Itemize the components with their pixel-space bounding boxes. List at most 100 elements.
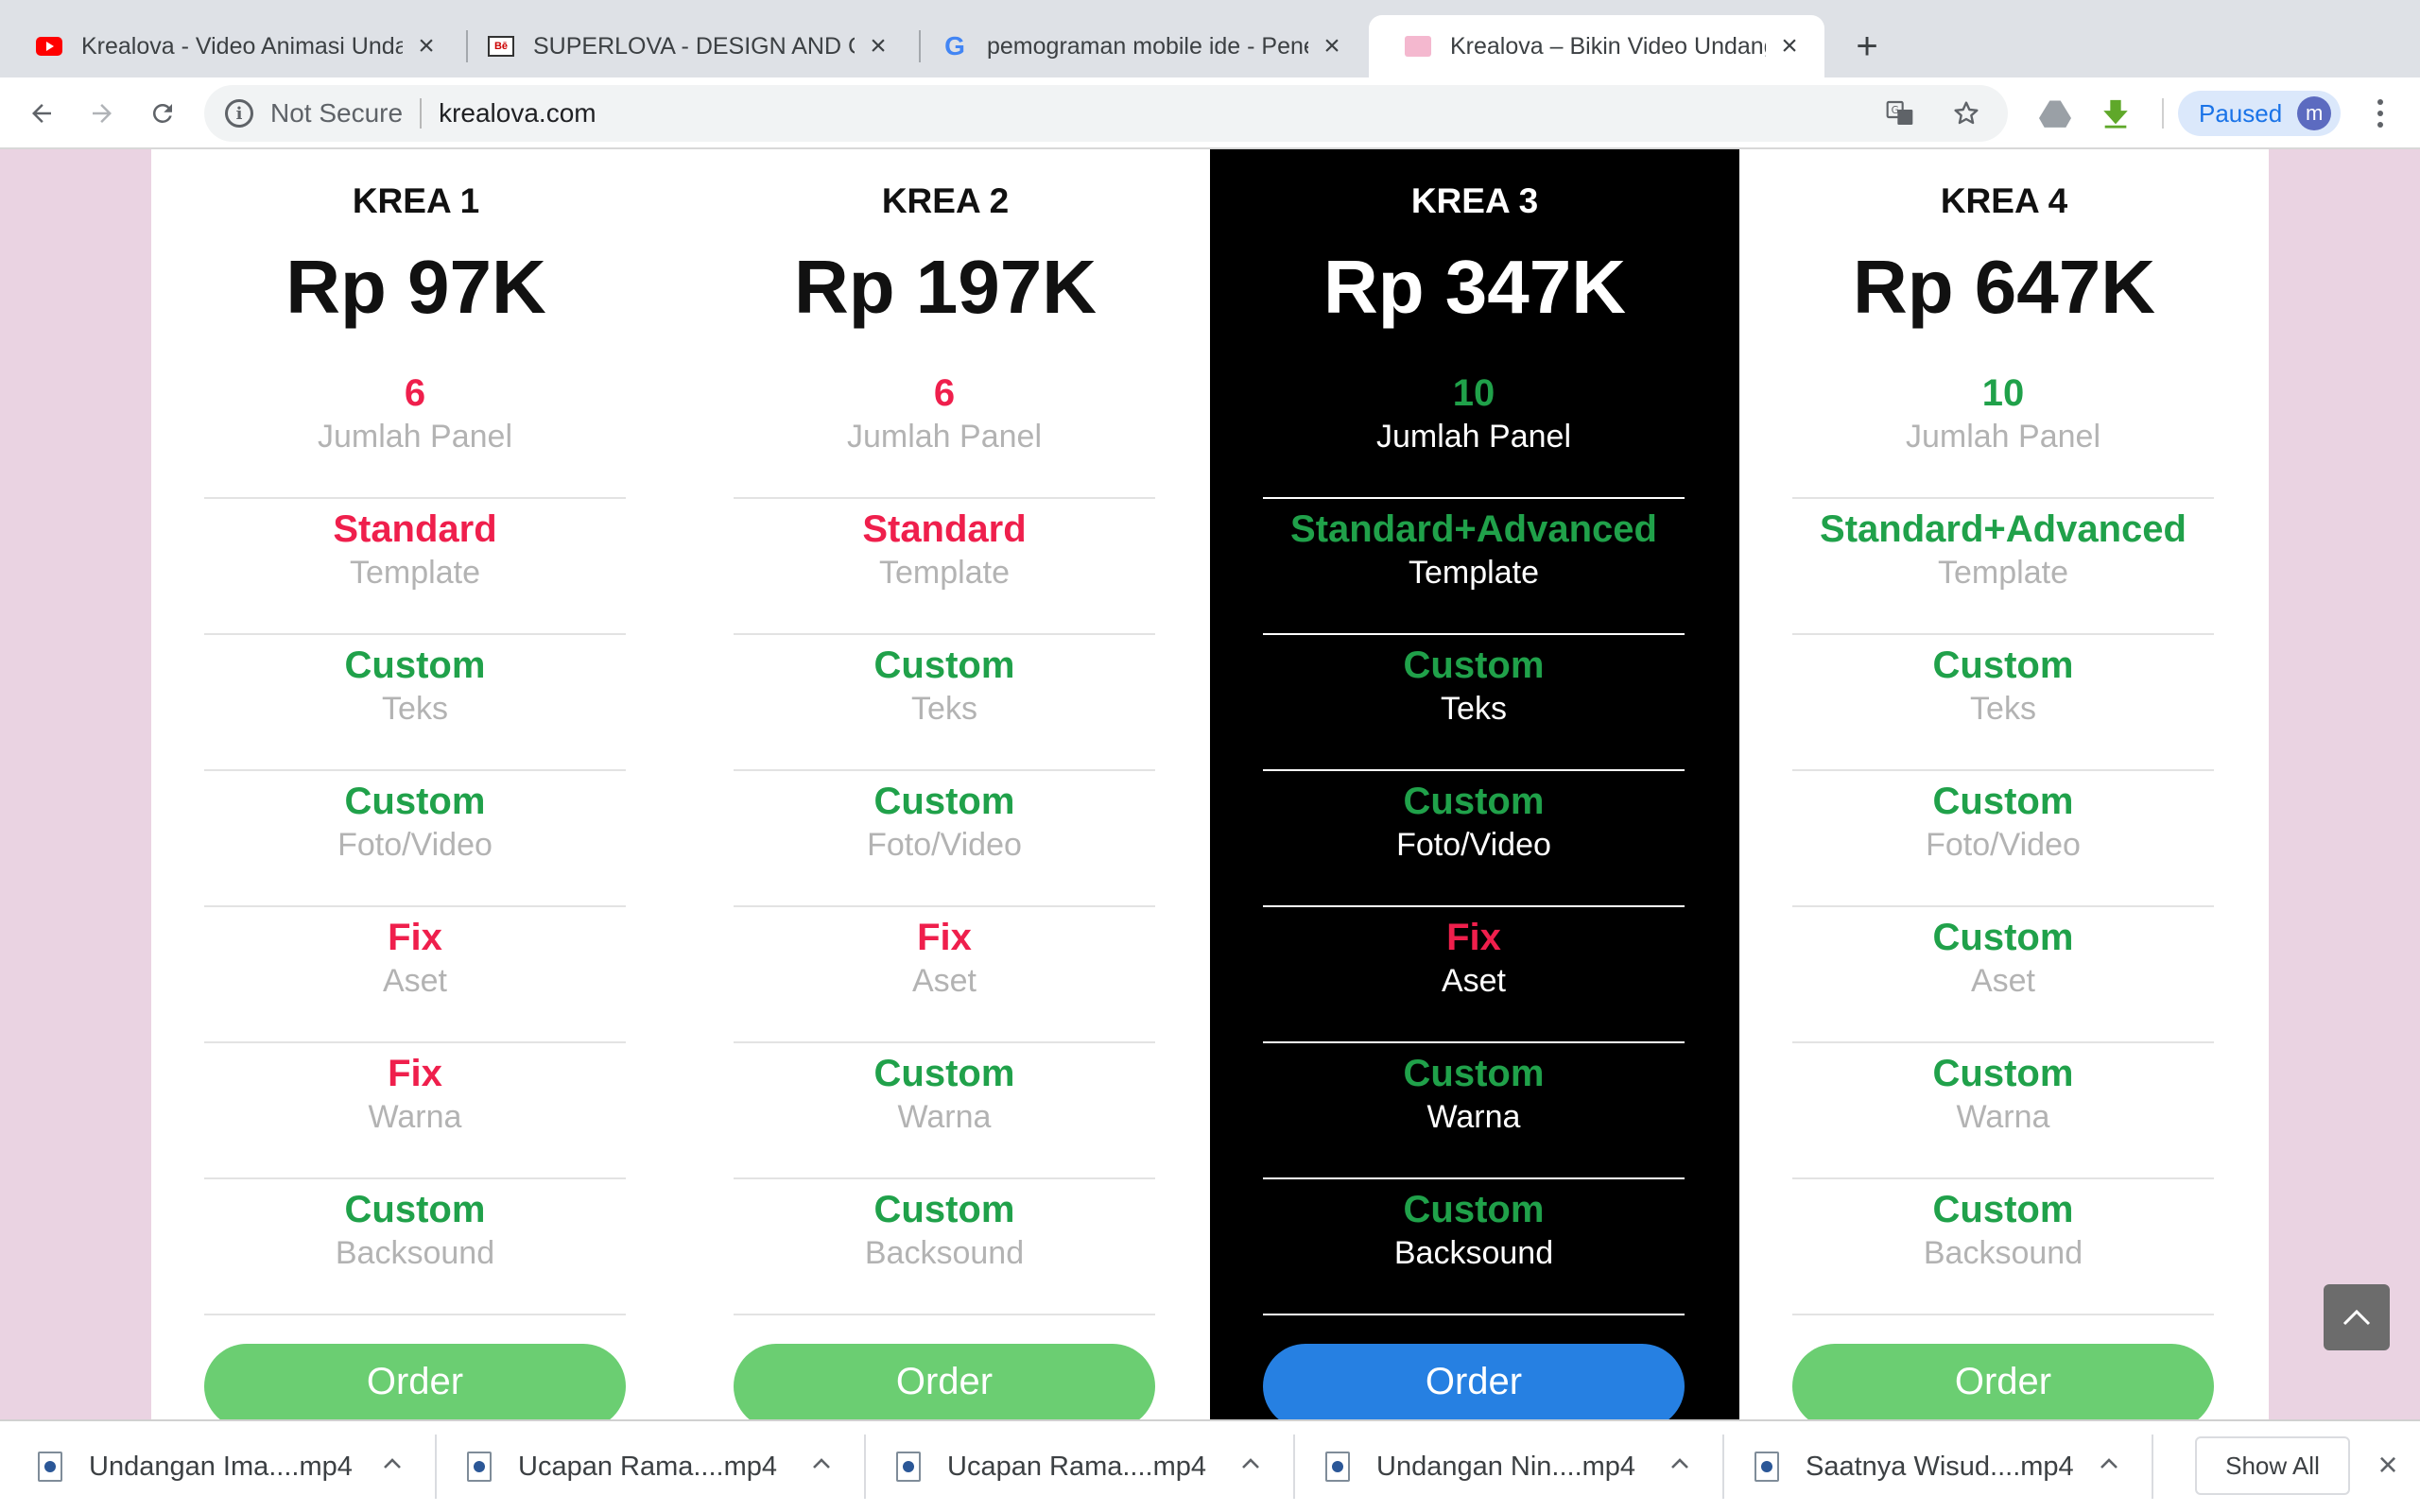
feature-row: Custom Backsound bbox=[1263, 1179, 1685, 1315]
feature-value: 6 bbox=[933, 372, 956, 414]
info-icon[interactable]: i bbox=[225, 99, 253, 128]
download-extension-icon[interactable] bbox=[2097, 94, 2135, 132]
chevron-up-icon[interactable] bbox=[378, 1450, 406, 1478]
feature-label: Teks bbox=[1441, 691, 1507, 727]
page-viewport: KREA 1 Rp 97K 6 Jumlah Panel Standard Templat… bbox=[0, 149, 2420, 1419]
tab-title: Krealova - Video Animasi Unda bbox=[81, 32, 403, 60]
feature-row: Custom Teks bbox=[1792, 635, 2214, 771]
bookmark-star-icon[interactable] bbox=[1947, 94, 1985, 132]
feature-value: Standard bbox=[862, 508, 1027, 550]
feature-row: Custom Teks bbox=[734, 635, 1155, 771]
feature-value: Custom bbox=[873, 1189, 1015, 1230]
feature-value: Custom bbox=[1932, 1053, 2074, 1094]
translate-icon[interactable]: G bbox=[1881, 94, 1919, 132]
feature-label: Jumlah Panel bbox=[1905, 419, 2100, 455]
scroll-to-top-button[interactable] bbox=[2324, 1284, 2390, 1350]
tab-krealova-active[interactable]: Krealova – Bikin Video Undang × bbox=[1369, 15, 1824, 77]
feature-value: Standard+Advanced bbox=[1820, 508, 2187, 550]
feature-list: 10 Jumlah Panel Standard+Advanced Template C… bbox=[1263, 363, 1685, 1315]
downloads-bar: Undangan Ima....mp4 Ucapan Rama....mp4 U… bbox=[0, 1419, 2420, 1512]
feature-value: Custom bbox=[873, 644, 1015, 686]
feature-row: Standard Template bbox=[204, 499, 626, 635]
plan-name: KREA 3 bbox=[1410, 181, 1539, 220]
download-filename: Undangan Nin....mp4 bbox=[1376, 1451, 1636, 1482]
show-all-downloads-button[interactable]: Show All bbox=[2195, 1436, 2350, 1495]
feature-row: Custom Teks bbox=[204, 635, 626, 771]
pricing-table: KREA 1 Rp 97K 6 Jumlah Panel Standard Templat… bbox=[151, 149, 2269, 1419]
feature-value: Custom bbox=[873, 1053, 1015, 1094]
feature-row: Custom Foto/Video bbox=[734, 771, 1155, 907]
feature-value: Custom bbox=[1403, 1053, 1545, 1094]
feature-label: Jumlah Panel bbox=[317, 419, 512, 455]
download-item[interactable]: Ucapan Rama....mp4 bbox=[858, 1421, 1206, 1512]
tab-title: Krealova – Bikin Video Undang bbox=[1450, 32, 1766, 60]
back-button[interactable] bbox=[19, 91, 64, 136]
feature-row: Custom Foto/Video bbox=[1792, 771, 2214, 907]
feature-value: Fix bbox=[388, 917, 442, 958]
avatar: m bbox=[2297, 96, 2332, 130]
feature-label: Template bbox=[879, 555, 1010, 591]
address-bar[interactable]: i Not Secure krealova.com G bbox=[204, 85, 2008, 142]
feature-label: Template bbox=[1938, 555, 2068, 591]
video-file-icon bbox=[896, 1452, 921, 1482]
feature-row: Custom Teks bbox=[1263, 635, 1685, 771]
feature-label: Teks bbox=[382, 691, 448, 727]
youtube-icon bbox=[36, 33, 62, 60]
feature-value: Fix bbox=[917, 917, 972, 958]
chevron-up-icon[interactable] bbox=[1666, 1450, 1694, 1478]
close-icon[interactable]: × bbox=[864, 32, 892, 60]
feature-value: 10 bbox=[1981, 372, 2025, 414]
close-icon[interactable]: × bbox=[1775, 32, 1804, 60]
feature-label: Aset bbox=[1441, 963, 1507, 999]
tab-title: pemograman mobile ide - Pene bbox=[987, 32, 1308, 60]
chevron-up-icon[interactable] bbox=[1236, 1450, 1265, 1478]
feature-value: Custom bbox=[1932, 644, 2074, 686]
video-file-icon bbox=[38, 1452, 62, 1482]
new-tab-button[interactable]: + bbox=[1848, 27, 1886, 66]
order-button[interactable]: Order bbox=[204, 1344, 626, 1419]
toolbar-divider bbox=[2162, 98, 2164, 129]
feature-row: Standard Template bbox=[734, 499, 1155, 635]
feature-row: Custom Warna bbox=[1263, 1043, 1685, 1179]
close-icon[interactable]: × bbox=[412, 32, 441, 60]
feature-value: Custom bbox=[1932, 1189, 2074, 1230]
order-button[interactable]: Order bbox=[1263, 1344, 1685, 1419]
reload-button[interactable] bbox=[140, 91, 185, 136]
reload-icon bbox=[152, 104, 172, 123]
order-button[interactable]: Order bbox=[734, 1344, 1155, 1419]
browser-menu-button[interactable] bbox=[2360, 91, 2401, 136]
chevron-up-icon[interactable] bbox=[2095, 1450, 2123, 1478]
tab-google-search[interactable]: G pemograman mobile ide - Pene × bbox=[906, 15, 1367, 77]
close-icon[interactable]: × bbox=[1318, 32, 1346, 60]
close-icon[interactable]: × bbox=[2371, 1448, 2405, 1482]
tab-superlova[interactable]: Bē SUPERLOVA - DESIGN AND CR × bbox=[452, 15, 913, 77]
url-text[interactable]: krealova.com bbox=[439, 98, 596, 129]
feature-label: Aset bbox=[382, 963, 448, 999]
drive-extension-icon[interactable] bbox=[2036, 94, 2074, 132]
feature-label: Teks bbox=[911, 691, 977, 727]
menu-dot bbox=[2377, 122, 2383, 128]
feature-row: Custom Warna bbox=[1792, 1043, 2214, 1179]
feature-label: Teks bbox=[1970, 691, 2036, 727]
feature-label: Template bbox=[350, 555, 480, 591]
download-item[interactable]: Undangan Ima....mp4 bbox=[0, 1421, 353, 1512]
feature-value: Standard+Advanced bbox=[1290, 508, 1657, 550]
feature-row: Custom Warna bbox=[734, 1043, 1155, 1179]
feature-row: Custom Backsound bbox=[734, 1179, 1155, 1315]
tab-krealova-youtube[interactable]: Krealova - Video Animasi Unda × bbox=[0, 15, 461, 77]
feature-row: Fix Warna bbox=[204, 1043, 626, 1179]
chevron-up-icon[interactable] bbox=[807, 1450, 836, 1478]
feature-row: Fix Aset bbox=[204, 907, 626, 1043]
profile-button[interactable]: Paused m bbox=[2178, 91, 2342, 136]
order-button[interactable]: Order bbox=[1792, 1344, 2214, 1419]
download-item[interactable]: Ucapan Rama....mp4 bbox=[429, 1421, 777, 1512]
plan-price: Rp 647K bbox=[1852, 245, 2156, 329]
krealova-icon bbox=[1405, 33, 1431, 60]
security-label[interactable]: Not Secure bbox=[270, 98, 403, 129]
download-item[interactable]: Saatnya Wisud....mp4 bbox=[1717, 1421, 2074, 1512]
feature-list: 10 Jumlah Panel Standard+Advanced Template C… bbox=[1792, 363, 2214, 1315]
download-item[interactable]: Undangan Nin....mp4 bbox=[1288, 1421, 1635, 1512]
feature-label: Jumlah Panel bbox=[1375, 419, 1571, 455]
plan-price: Rp 97K bbox=[285, 245, 546, 329]
forward-button[interactable] bbox=[79, 91, 125, 136]
